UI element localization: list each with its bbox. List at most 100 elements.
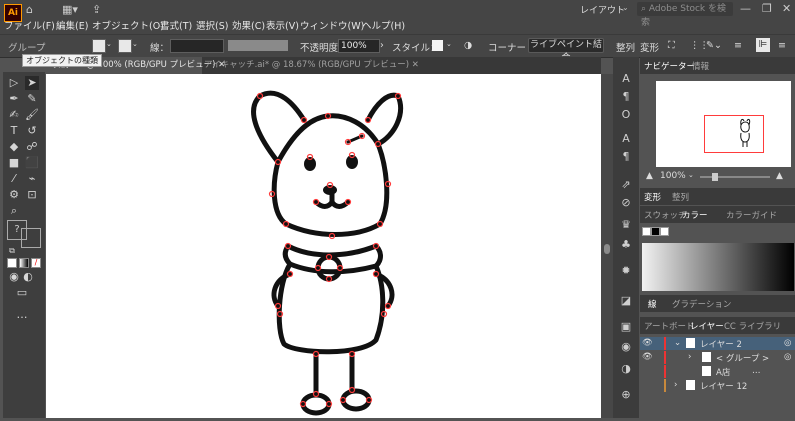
chevron-down-icon[interactable]: ⌄: [622, 3, 629, 12]
zoom-in-icon[interactable]: ▲: [776, 171, 783, 181]
opacity-field[interactable]: 100%: [338, 39, 380, 53]
direct-selection-tool-icon[interactable]: ➤: [25, 76, 39, 90]
gradient-mode-icon[interactable]: [19, 258, 29, 268]
symbols-icon[interactable]: ♣: [618, 237, 634, 253]
chevron-right-icon[interactable]: ›: [688, 352, 691, 362]
layer-row[interactable]: › レイヤー 12: [640, 379, 795, 392]
close-icon[interactable]: ✕: [412, 60, 419, 70]
menu-edit[interactable]: 編集(E): [56, 18, 88, 32]
panel-menu-icon[interactable]: ≡: [778, 40, 786, 51]
opentype-icon[interactable]: O: [618, 107, 634, 123]
target-icon[interactable]: ◎: [784, 338, 791, 348]
chevron-down-icon[interactable]: ⌄: [106, 40, 112, 48]
fill-swatch[interactable]: [92, 39, 106, 53]
brushes-icon[interactable]: ✹: [618, 263, 634, 279]
none-swatch[interactable]: [642, 227, 651, 236]
graphic-style-swatch[interactable]: [432, 40, 443, 51]
character-icon[interactable]: A: [618, 71, 634, 87]
stroke-swatch[interactable]: [118, 39, 132, 53]
libraries-icon[interactable]: ♛: [618, 217, 634, 233]
recolor-icon[interactable]: ◑: [464, 40, 472, 51]
variable-width-profile[interactable]: [228, 40, 288, 51]
layer-name[interactable]: レイヤー 2: [700, 338, 742, 350]
type-tool-icon[interactable]: T: [7, 124, 21, 138]
menu-type[interactable]: 書式(T): [160, 18, 192, 32]
eyedropper-tool-icon[interactable]: ⁄: [7, 172, 21, 186]
navigator-view-box[interactable]: [704, 115, 764, 153]
selection-tool-icon[interactable]: ▷: [7, 76, 21, 90]
scroll-thumb[interactable]: [604, 244, 610, 254]
layers-icon[interactable]: ◉: [618, 339, 634, 355]
tab-gradient[interactable]: グラデーション: [672, 298, 731, 310]
zoom-slider[interactable]: [700, 176, 770, 178]
menu-view[interactable]: 表示(V): [266, 18, 299, 32]
layer-row[interactable]: 👁 › < グループ > ◎: [640, 351, 795, 364]
eye-icon[interactable]: 👁: [642, 352, 653, 362]
character-styles-icon[interactable]: A: [618, 131, 634, 147]
draw-mode-icon[interactable]: ◉: [7, 270, 21, 284]
chevron-down-icon[interactable]: ⌄: [132, 40, 138, 48]
paragraph-styles-icon[interactable]: ¶: [618, 149, 634, 165]
tab-swatches[interactable]: スウォッチ: [644, 209, 687, 221]
blob-brush-tool-icon[interactable]: ✍: [7, 108, 21, 122]
blend-tool-icon[interactable]: ⌁: [25, 172, 39, 186]
zoom-level[interactable]: 100%: [660, 171, 686, 181]
layer-row[interactable]: A店 …: [640, 365, 795, 378]
menu-file[interactable]: ファイル(F): [4, 18, 55, 32]
menu-window[interactable]: ウィンドウ(W): [300, 18, 364, 32]
paintbrush-tool-icon[interactable]: 🖌: [25, 108, 39, 122]
live-paint-button[interactable]: ライブペイント結合: [528, 38, 604, 63]
export-icon[interactable]: ⇗: [618, 177, 634, 193]
eye-icon[interactable]: 👁: [642, 338, 653, 348]
stock-search-input[interactable]: ⌕ Adobe Stock を検索: [637, 2, 733, 28]
vertical-scrollbar[interactable]: [601, 74, 613, 418]
paragraph-icon[interactable]: ¶: [618, 89, 634, 105]
color-mode-icon[interactable]: [7, 258, 17, 268]
appearance-icon[interactable]: ▣: [618, 319, 634, 335]
workspace-switcher[interactable]: レイアウト: [580, 3, 625, 16]
links-icon[interactable]: ⊘: [618, 195, 634, 211]
pen-tool-icon[interactable]: ✒: [7, 92, 21, 106]
eraser-tool-icon[interactable]: ◆: [7, 140, 21, 154]
menu-object[interactable]: オブジェクト(O): [92, 18, 164, 32]
tab-color-guide[interactable]: カラーガイド: [726, 209, 777, 221]
menu-select[interactable]: 選択(S): [196, 18, 228, 32]
rotate-tool-icon[interactable]: ↺: [25, 124, 39, 138]
tab-stroke[interactable]: 線: [648, 298, 657, 310]
chevron-down-icon[interactable]: ⌄: [446, 40, 452, 48]
stroke-indicator[interactable]: [21, 228, 41, 248]
artboard-tool-icon[interactable]: ⊡: [25, 188, 39, 202]
layer-row[interactable]: 👁 ⌄ レイヤー 2 ◎: [640, 337, 795, 350]
gradient-tool-icon[interactable]: ■: [7, 156, 21, 170]
graphic-styles-icon[interactable]: ◪: [618, 293, 634, 309]
target-icon[interactable]: ◎: [784, 352, 791, 362]
chevron-down-icon[interactable]: ⌄: [674, 338, 681, 348]
corner-label[interactable]: コーナー: [488, 40, 526, 54]
white-swatch[interactable]: [660, 227, 669, 236]
shape-builder-tool-icon[interactable]: ⚙: [7, 188, 21, 202]
share-icon[interactable]: ⇪: [92, 3, 101, 16]
menu-effect[interactable]: 効果(C): [232, 18, 265, 32]
chevron-down-icon[interactable]: ⌄: [688, 171, 694, 179]
chevron-right-icon[interactable]: ›: [674, 380, 677, 390]
more-tools-icon[interactable]: …: [15, 308, 29, 322]
arrange-documents-icon[interactable]: ▦▾: [62, 3, 78, 16]
artboard-canvas[interactable]: [46, 74, 601, 418]
black-swatch[interactable]: [651, 227, 660, 236]
lasso-tool-icon[interactable]: ☍: [25, 140, 39, 154]
curvature-tool-icon[interactable]: ✎: [25, 92, 39, 106]
draw-behind-icon[interactable]: ◐: [21, 270, 35, 284]
layer-name[interactable]: A店: [716, 366, 730, 378]
chevron-right-icon[interactable]: ›: [380, 40, 384, 51]
tab-align[interactable]: 整列: [672, 191, 689, 203]
isolate-icon[interactable]: ⛶: [668, 40, 675, 51]
menu-help[interactable]: ヘルプ(H): [362, 18, 405, 32]
stroke-weight-field[interactable]: [170, 39, 224, 53]
layer-name[interactable]: レイヤー 12: [700, 380, 747, 392]
tab-navigator[interactable]: ナビゲーター: [644, 60, 695, 72]
tab-cc-libraries[interactable]: CC ライブラリ: [724, 320, 781, 332]
free-transform-tool-icon[interactable]: ⬛: [25, 156, 39, 170]
layer-name[interactable]: < グループ >: [716, 352, 769, 364]
artboards-icon[interactable]: ⊕: [618, 387, 634, 403]
transform-link[interactable]: 変形: [640, 40, 659, 54]
